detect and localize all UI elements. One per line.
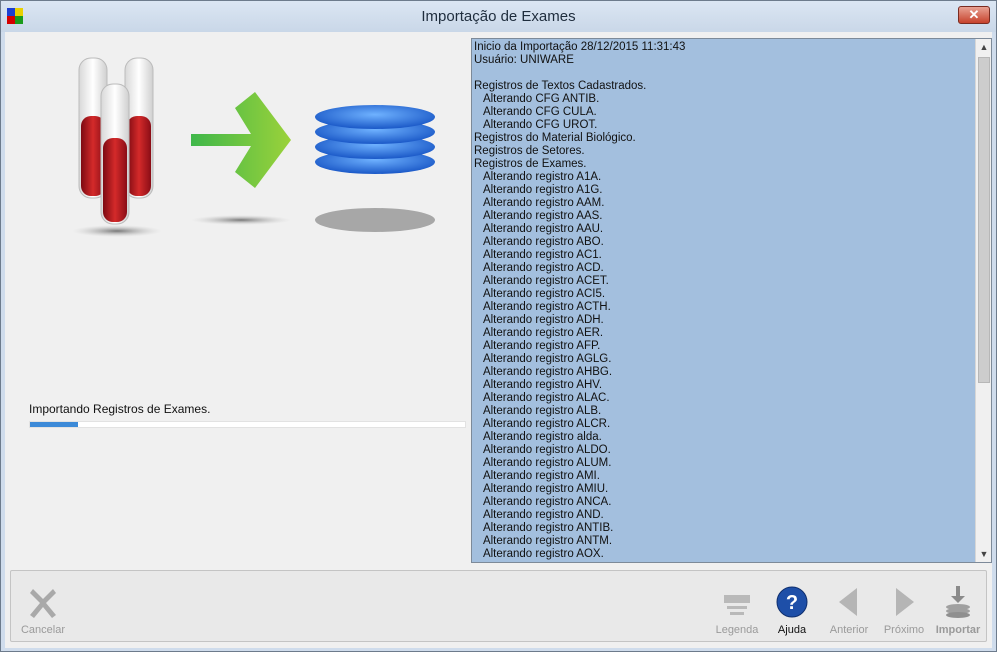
scroll-thumb[interactable] [978,57,990,383]
help-button[interactable]: ? Ajuda [764,577,820,637]
log-line: Alterando registro AND. [474,509,604,521]
log-line: Alterando registro AAU. [474,223,604,235]
log-line: Alterando CFG CULA. [474,106,597,118]
previous-button[interactable]: Anterior [821,577,877,637]
status-message: Importando Registros de Exames. [29,402,211,416]
log-line: Registros de Textos Cadastrados. [474,80,647,92]
log-line: Alterando registro AGLG. [474,353,612,365]
next-label: Próximo [883,624,925,636]
log-line: Alterando registro ALB. [474,405,602,417]
log-line: Alterando registro AOX. [474,548,604,560]
log-line: Alterando registro ADH. [474,314,604,326]
log-line: Registros do Material Biológico. [474,132,636,144]
log-line: Alterando registro AFP. [474,340,601,352]
import-illustration [72,57,435,237]
svg-text:?: ? [786,592,798,614]
log-line: Alterando registro ALCR. [474,418,611,430]
log-line: Inicio da Importação 28/12/2015 11:31:43 [474,41,686,53]
help-icon: ? [776,586,808,618]
cancel-icon [30,589,56,618]
window-title: Importação de Exames [421,8,576,25]
progress-fill [30,422,78,427]
log-line: Alterando registro ALAC. [474,392,610,404]
import-icon [946,586,970,618]
log-line: Alterando registro ANTM. [474,535,613,547]
help-label: Ajuda [777,624,807,636]
log-line: Alterando registro A1A. [474,171,602,183]
log-line: Alterando registro AER. [474,327,604,339]
log-line: Alterando registro AC1. [474,249,602,261]
cancel-button[interactable]: Cancelar [15,577,71,637]
log-line: Alterando registro AAM. [474,197,605,209]
log-line: Alterando registro AAS. [474,210,603,222]
log-line: Alterando registro AMIU. [474,483,609,495]
import-button[interactable]: Importar [930,577,986,637]
log-line: Alterando registro ALUM. [474,457,612,469]
previous-label: Anterior [829,624,869,636]
legend-label: Legenda [715,624,759,636]
log-line: Alterando registro ANTIB. [474,522,614,534]
log-line: Alterando registro ACET. [474,275,609,287]
cancel-label: Cancelar [20,624,66,636]
next-button[interactable]: Próximo [876,577,932,637]
scroll-down-icon[interactable]: ▼ [976,546,991,562]
legend-button[interactable]: Legenda [709,577,765,637]
import-window: Importação de Exames ✕ Importando Regist… [0,0,997,652]
close-button[interactable]: ✕ [958,6,990,24]
arrow-right-icon [896,588,914,616]
log-line: Alterando registro ACD. [474,262,604,274]
legend-icon [724,595,750,615]
database-icon [315,105,435,232]
log-line: Alterando CFG UROT. [474,119,598,131]
log-line: Alterando registro AHV. [474,379,603,391]
test-tubes-icon [72,57,162,237]
log-line: Alterando registro AHBG. [474,366,613,378]
log-line: Alterando registro ALDO. [474,444,611,456]
import-label: Importar [935,624,981,636]
arrow-right-icon [191,92,291,225]
scroll-up-icon[interactable]: ▲ [976,39,991,55]
log-line: Alterando registro ABO. [474,236,604,248]
log-scrollbar[interactable]: ▲ ▼ [975,39,991,562]
import-progress-bar [29,421,466,428]
log-line: Alterando registro AMI. [474,470,600,482]
arrow-left-icon [839,588,857,616]
log-line: Registros de Exames. [474,158,587,170]
title-bar[interactable]: Importação de Exames ✕ [1,1,996,32]
log-line: Usuário: UNIWARE [474,54,574,66]
log-lines: Inicio da Importação 28/12/2015 11:31:43… [474,41,974,561]
log-line: Alterando registro A1G. [474,184,603,196]
import-log[interactable]: Inicio da Importação 28/12/2015 11:31:43… [471,38,992,563]
log-line: Alterando registro ACI5. [474,288,606,300]
footer-toolbar: Cancelar Legenda ? Ajuda Anterior Próxim… [10,570,987,642]
client-area: Importando Registros de Exames. Inicio d… [5,32,992,648]
log-line: Alterando registro ACTH. [474,301,611,313]
log-line: Alterando registro alda. [474,431,602,443]
log-line: Registros de Setores. [474,145,585,157]
log-line: Alterando registro ANCA. [474,496,612,508]
log-line: Alterando CFG ANTIB. [474,93,600,105]
